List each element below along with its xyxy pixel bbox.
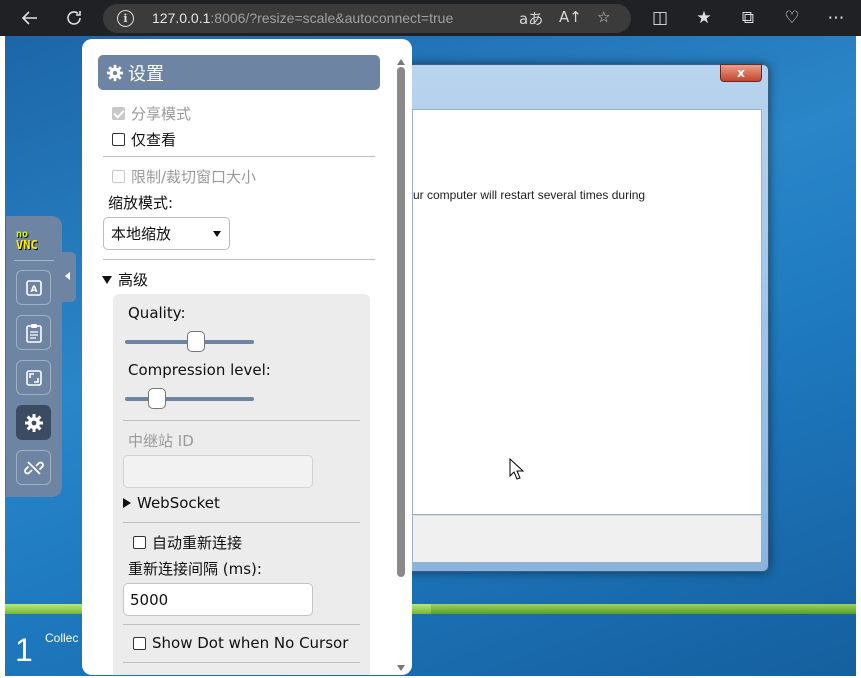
- url-text: 127.0.0.1:8006/?resize=scale&autoconnect…: [152, 10, 454, 26]
- advanced-section: Quality: Compression level: 中继站 ID WebSo…: [113, 294, 370, 675]
- scaling-mode-label: 缩放模式:: [108, 194, 174, 212]
- browser-essentials-icon[interactable]: ♡: [780, 6, 804, 30]
- dialog-footer: [412, 515, 762, 563]
- address-bar[interactable]: i 127.0.0.1:8006/?resize=scale&autoconne…: [103, 4, 631, 33]
- quality-label: Quality:: [128, 304, 186, 322]
- dialog-client-area: ur computer will restart several times d…: [412, 109, 762, 515]
- auto-reconnect-checkbox[interactable]: [133, 536, 146, 549]
- settings-title: 设置: [128, 63, 164, 85]
- websocket-label: WebSocket: [137, 494, 220, 512]
- quality-slider[interactable]: [125, 331, 254, 352]
- compression-slider-thumb[interactable]: [148, 388, 166, 409]
- shared-mode-label: 分享模式: [131, 105, 192, 123]
- websocket-toggle[interactable]: WebSocket: [123, 494, 220, 512]
- clip-resize-option: 限制/裁切窗口大小: [112, 166, 256, 187]
- show-dot-option[interactable]: Show Dot when No Cursor: [133, 634, 348, 652]
- gear-icon: [24, 413, 43, 432]
- keyboard-key-icon: A: [25, 279, 42, 296]
- back-icon[interactable]: [12, 0, 48, 36]
- svg-text:A: A: [30, 285, 37, 295]
- scroll-up-icon[interactable]: [397, 59, 405, 65]
- favorites-icon[interactable]: ★: [692, 6, 716, 30]
- advanced-label: 高级: [118, 271, 149, 289]
- novnc-control-bar: no VNC A: [6, 216, 62, 497]
- novnc-logo: no VNC: [16, 229, 38, 252]
- auto-reconnect-label: 自动重新连接: [152, 534, 243, 552]
- collapsed-triangle-icon: [123, 498, 131, 508]
- collections-icon[interactable]: ⧉: [736, 6, 760, 30]
- repeater-id-label: 中继站 ID: [128, 432, 194, 450]
- repeater-id-input: [123, 455, 313, 488]
- divider: [103, 156, 375, 157]
- favorite-star-icon[interactable]: ☆: [597, 8, 610, 26]
- settings-panel: 设置 分享模式 仅查看 限制/裁切窗口大小 缩放模式: 本地缩放 高级 Qual…: [82, 39, 412, 675]
- compression-slider[interactable]: [125, 388, 254, 409]
- read-aloud-icon[interactable]: aあ: [519, 8, 543, 29]
- settings-scrollbar[interactable]: [396, 59, 406, 671]
- scroll-down-icon[interactable]: [397, 665, 405, 671]
- scaling-mode-value: 本地缩放: [111, 225, 172, 243]
- refresh-icon[interactable]: [56, 0, 92, 36]
- dialog-message: ur computer will restart several times d…: [413, 188, 646, 202]
- split-screen-icon[interactable]: ◫: [648, 6, 672, 30]
- divider: [123, 420, 360, 421]
- disconnect-icon: [23, 460, 44, 475]
- view-only-option[interactable]: 仅查看: [112, 129, 176, 150]
- divider: [123, 624, 360, 625]
- expanded-triangle-icon: [102, 275, 112, 284]
- clipboard-icon: [25, 323, 42, 343]
- scaling-mode-select[interactable]: 本地缩放: [103, 217, 230, 250]
- more-menu-icon[interactable]: ⋯: [824, 6, 848, 30]
- clipboard-button[interactable]: [16, 315, 51, 350]
- collapse-arrow-icon: [65, 272, 70, 280]
- step-label: Collec: [45, 631, 79, 645]
- divider: [123, 662, 360, 663]
- auto-reconnect-option[interactable]: 自动重新连接: [133, 532, 242, 553]
- view-only-label: 仅查看: [131, 131, 177, 149]
- divider: [123, 522, 360, 523]
- step-number: 1: [15, 632, 33, 668]
- shared-mode-checkbox: [112, 107, 125, 120]
- chevron-down-icon: [213, 231, 221, 237]
- extra-keys-button[interactable]: A: [16, 270, 51, 305]
- remote-dialog-window: x ur computer will restart several times…: [405, 64, 769, 572]
- scrollbar-thumb[interactable]: [397, 67, 405, 577]
- control-bar-handle[interactable]: [62, 252, 76, 302]
- compression-label: Compression level:: [128, 361, 271, 379]
- clip-resize-checkbox: [112, 170, 125, 183]
- advanced-toggle[interactable]: 高级: [102, 269, 148, 290]
- reader-mode-icon[interactable]: A↑: [559, 8, 582, 26]
- quality-slider-thumb[interactable]: [187, 331, 205, 352]
- view-only-checkbox[interactable]: [112, 133, 125, 146]
- reconnect-delay-input[interactable]: 5000: [123, 583, 313, 616]
- reconnect-delay-label: 重新连接间隔 (ms):: [128, 560, 262, 578]
- show-dot-label: Show Dot when No Cursor: [152, 634, 349, 652]
- browser-toolbar: i 127.0.0.1:8006/?resize=scale&autoconne…: [0, 0, 861, 36]
- close-button[interactable]: x: [720, 64, 762, 82]
- site-info-icon[interactable]: i: [117, 10, 134, 27]
- fullscreen-icon: [25, 369, 42, 386]
- divider: [103, 259, 375, 260]
- mouse-cursor-icon: [509, 458, 525, 480]
- disconnect-button[interactable]: [16, 450, 51, 485]
- viewport-edge: [856, 36, 861, 678]
- clip-resize-label: 限制/裁切窗口大小: [131, 168, 257, 186]
- settings-button[interactable]: [16, 405, 51, 440]
- fullscreen-button[interactable]: [16, 360, 51, 395]
- show-dot-checkbox[interactable]: [133, 636, 146, 650]
- settings-header: 设置: [98, 55, 380, 90]
- shared-mode-option: 分享模式: [112, 103, 191, 124]
- gear-icon: [106, 64, 124, 81]
- divider: [14, 260, 54, 261]
